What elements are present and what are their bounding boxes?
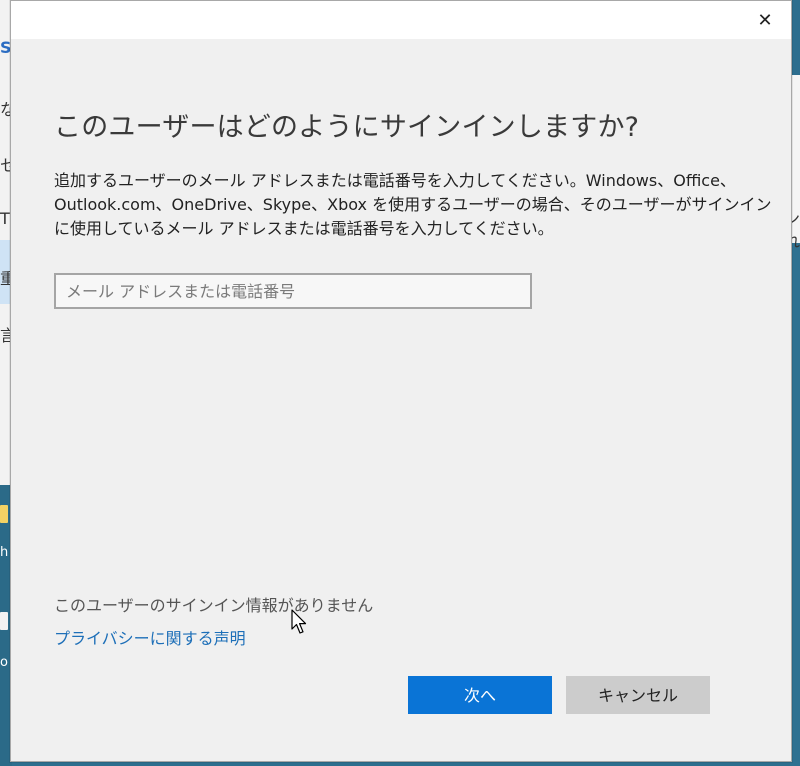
desktop-folder-icon[interactable]: [0, 505, 8, 523]
dialog-description: 追加するユーザーのメール アドレスまたは電話番号を入力してください。Window…: [54, 169, 772, 241]
close-button[interactable]: ✕: [753, 9, 777, 33]
desktop-file-icon[interactable]: [0, 612, 8, 630]
next-button[interactable]: 次へ: [408, 676, 552, 714]
cancel-button[interactable]: キャンセル: [566, 676, 710, 714]
close-icon: ✕: [757, 10, 773, 31]
dialog-heading: このユーザーはどのようにサインインしますか?: [54, 112, 640, 143]
email-or-phone-input[interactable]: [54, 273, 532, 309]
dialog-titlebar: ✕: [11, 1, 791, 39]
description-line: Outlook.com、OneDrive、Skype、Xbox を使用するユーザ…: [54, 195, 772, 214]
description-line: に使用しているメール アドレスまたは電話番号を入力してください。: [54, 219, 554, 238]
description-line: 追加するユーザーのメール アドレスまたは電話番号を入力してください。Window…: [54, 171, 736, 190]
no-signin-info-link[interactable]: このユーザーのサインイン情報がありません: [54, 592, 373, 616]
background-left-text: T: [0, 209, 10, 228]
privacy-statement-link[interactable]: プライバシーに関する声明: [54, 625, 246, 649]
desktop-icon-label: h: [0, 545, 9, 560]
add-user-dialog: ✕ このユーザーはどのようにサインインしますか? 追加するユーザーのメール アド…: [10, 0, 792, 762]
mouse-cursor-icon: [291, 609, 307, 634]
desktop-icon-label: o: [0, 655, 8, 670]
